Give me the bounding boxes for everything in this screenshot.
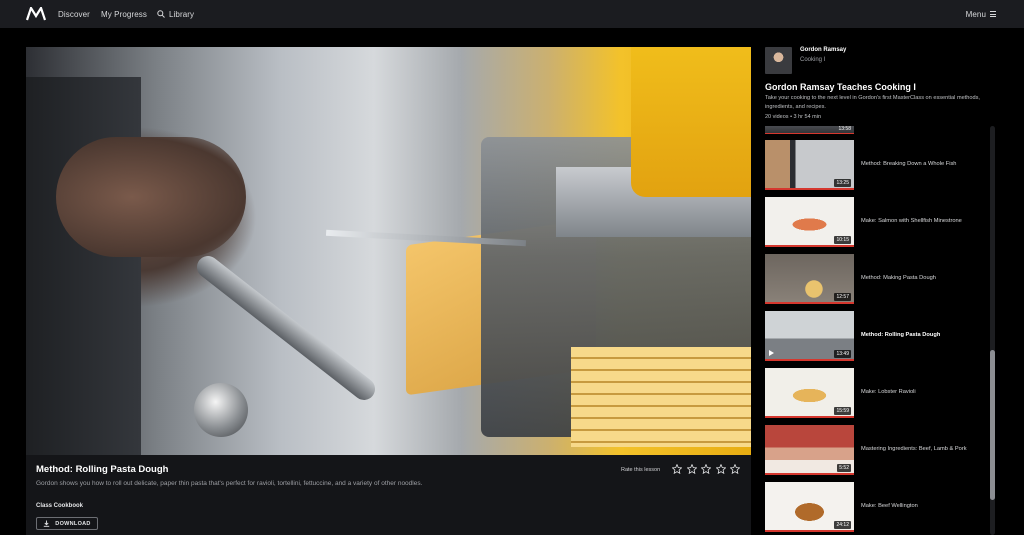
video-duration: 13:25 xyxy=(834,179,851,187)
video-duration: 5:52 xyxy=(837,464,851,472)
instructor-course: Cooking I xyxy=(800,57,826,63)
playlist-item-partial[interactable]: 13:58 xyxy=(765,126,854,134)
playlist-item-title: Make: Salmon with Shellfish Minestrone xyxy=(861,218,962,224)
search-icon xyxy=(157,10,165,18)
playlist-item-title: Method: Making Pasta Dough xyxy=(861,275,936,281)
rating-stars xyxy=(672,464,740,474)
watched-progress-bar xyxy=(765,302,854,304)
star-rating-icon[interactable] xyxy=(686,464,697,474)
watched-progress-bar xyxy=(765,188,854,190)
playlist-item-title: Method: Rolling Pasta Dough xyxy=(861,332,941,338)
video-duration: 24:12 xyxy=(834,521,851,529)
video-thumbnail[interactable]: 15:59 xyxy=(765,368,854,418)
playlist-item[interactable]: 13:25 Method: Breaking Down a Whole Fish xyxy=(765,140,989,192)
play-icon xyxy=(769,350,774,356)
playlist-item-title: Mastering Ingredients: Beef, Lamb & Pork xyxy=(861,446,967,452)
playlist-item[interactable]: 12:57 Method: Making Pasta Dough xyxy=(765,254,989,306)
course-meta: 20 videos • 3 hr 54 min xyxy=(765,114,822,120)
video-duration: 13:58 xyxy=(838,126,851,132)
playlist-item[interactable]: 15:59 Make: Lobster Ravioli xyxy=(765,368,989,420)
watched-progress-bar xyxy=(765,416,854,418)
video-duration: 15:59 xyxy=(834,407,851,415)
playlist-item[interactable]: 24:12 Make: Beef Wellington xyxy=(765,482,989,534)
playlist-item[interactable]: 5:52 Mastering Ingredients: Beef, Lamb & … xyxy=(765,425,989,477)
download-icon xyxy=(44,520,50,527)
lesson-title: Method: Rolling Pasta Dough xyxy=(36,464,169,475)
menu-button[interactable]: Menu xyxy=(966,0,996,28)
playlist-item[interactable]: 10:15 Make: Salmon with Shellfish Minestr… xyxy=(765,197,989,249)
playlist-item[interactable]: 13:49 Method: Rolling Pasta Dough xyxy=(765,311,989,363)
video-duration: 13:49 xyxy=(834,350,851,358)
instructor-name[interactable]: Gordon Ramsay xyxy=(800,47,846,53)
lesson-description: Gordon shows you how to roll out delicat… xyxy=(36,480,423,487)
watched-progress-bar xyxy=(765,359,854,361)
course-sidebar: Gordon Ramsay Cooking I Gordon Ramsay Te… xyxy=(751,28,1024,535)
video-frame-pasta-strip xyxy=(631,47,751,197)
class-cookbook-label: Class Cookbook xyxy=(36,503,84,509)
video-player[interactable] xyxy=(26,47,751,455)
video-thumbnail[interactable]: 24:12 xyxy=(765,482,854,532)
playlist-item-title: Method: Breaking Down a Whole Fish xyxy=(861,161,957,167)
top-nav-bar: Discover My Progress Library Menu xyxy=(0,0,1024,28)
course-description: Take your cooking to the next level in G… xyxy=(765,95,980,110)
lesson-panel: Method: Rolling Pasta Dough Gordon shows… xyxy=(26,47,751,535)
watched-progress-bar xyxy=(765,530,854,532)
video-thumbnail[interactable]: 13:25 xyxy=(765,140,854,190)
video-thumbnail[interactable]: 5:52 xyxy=(765,425,854,475)
video-frame-crank xyxy=(192,251,380,405)
playlist-item-title: Make: Lobster Ravioli xyxy=(861,389,916,395)
nav-library-link[interactable]: Library xyxy=(157,0,194,28)
nav-library-label: Library xyxy=(169,9,195,19)
star-rating-icon[interactable] xyxy=(715,464,726,474)
download-button[interactable]: DOWNLOAD xyxy=(36,517,98,530)
instructor-avatar[interactable] xyxy=(765,47,792,74)
video-thumbnail[interactable]: 13:49 xyxy=(765,311,854,361)
star-rating-icon[interactable] xyxy=(701,464,711,474)
nav-discover-link[interactable]: Discover xyxy=(58,0,90,28)
video-frame-pasta-layers xyxy=(571,347,751,447)
star-rating-icon[interactable] xyxy=(672,464,682,474)
playlist-item-title: Make: Beef Wellington xyxy=(861,503,918,509)
video-thumbnail[interactable]: 10:15 xyxy=(765,197,854,247)
masterclass-logo-icon[interactable] xyxy=(26,7,46,21)
video-thumbnail[interactable]: 12:57 xyxy=(765,254,854,304)
video-duration: 10:15 xyxy=(834,236,851,244)
hamburger-icon xyxy=(990,10,996,19)
download-label: DOWNLOAD xyxy=(55,520,91,527)
video-frame-hand xyxy=(56,137,246,257)
video-frame-crank-knob xyxy=(194,383,248,437)
menu-label: Menu xyxy=(965,9,986,19)
course-title: Gordon Ramsay Teaches Cooking I xyxy=(765,82,916,92)
watched-progress-bar xyxy=(765,132,854,134)
playlist-scrollbar-thumb[interactable] xyxy=(990,350,995,500)
star-rating-icon[interactable] xyxy=(730,464,740,474)
rate-lesson-label: Rate this lesson xyxy=(621,467,661,473)
watched-progress-bar xyxy=(765,245,854,247)
video-frame-arm xyxy=(26,77,141,455)
watched-progress-bar xyxy=(765,473,854,475)
lesson-playlist: 13:25 Method: Breaking Down a Whole Fish 1… xyxy=(765,126,989,535)
video-duration: 12:57 xyxy=(834,293,851,301)
nav-my-progress-link[interactable]: My Progress xyxy=(101,0,147,28)
